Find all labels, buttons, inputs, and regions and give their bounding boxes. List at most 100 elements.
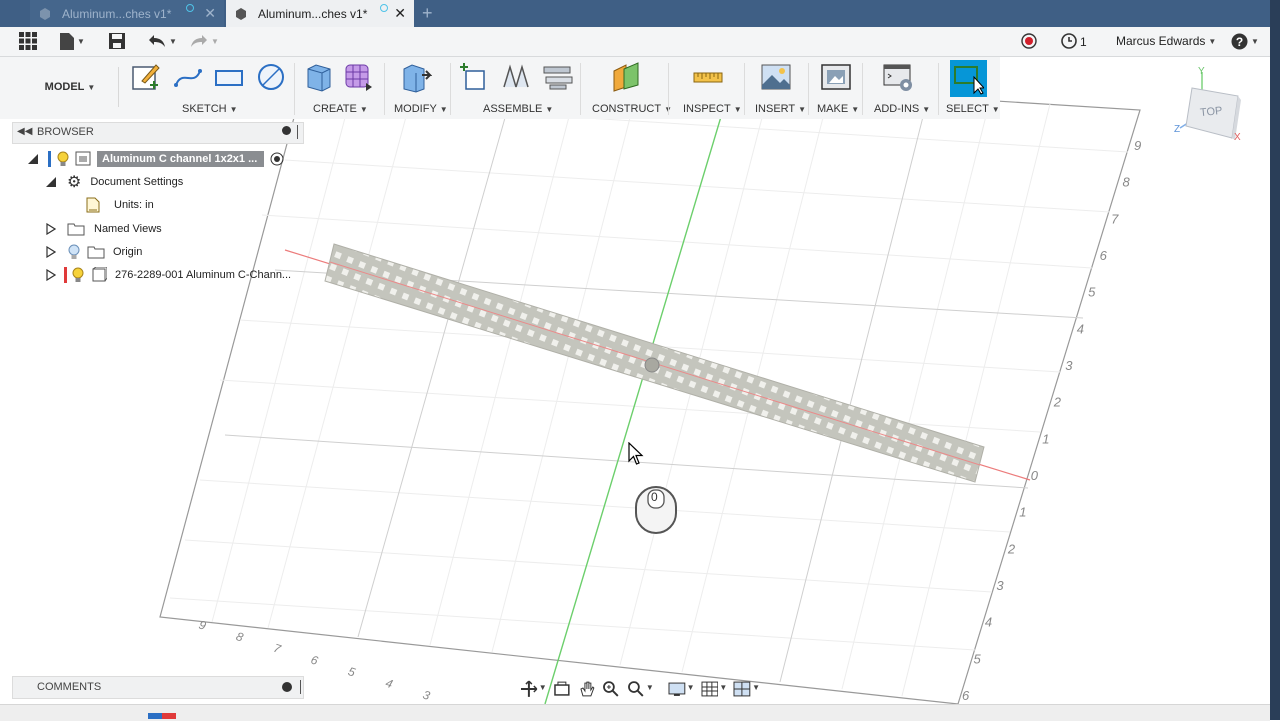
- browser-named-views[interactable]: Named Views: [46, 219, 162, 239]
- chevron-down-icon: ▼: [211, 36, 219, 46]
- offset-plane-icon[interactable]: [610, 61, 642, 93]
- origin-label: Origin: [113, 246, 143, 258]
- browser-origin[interactable]: Origin: [46, 242, 142, 262]
- pan-hand-icon[interactable]: [578, 680, 596, 698]
- save-button[interactable]: [109, 31, 125, 51]
- close-tab-icon[interactable]: ✕: [394, 5, 406, 21]
- chevron-down-icon[interactable]: ▼: [687, 683, 695, 692]
- lightbulb-icon[interactable]: [57, 151, 69, 167]
- select-menu[interactable]: SELECT ▼: [946, 103, 1000, 115]
- panel-resize-handle[interactable]: [300, 680, 301, 694]
- form-icon[interactable]: [342, 61, 374, 93]
- measure-icon[interactable]: [692, 61, 724, 93]
- add-comment-icon[interactable]: [282, 682, 292, 692]
- ribbon-divider: [668, 63, 669, 115]
- construct-menu[interactable]: CONSTRUCT▼: [592, 103, 672, 115]
- browser-units[interactable]: Units: in: [86, 195, 154, 215]
- record-button[interactable]: [1021, 31, 1037, 51]
- create-sketch-icon[interactable]: [130, 61, 162, 93]
- sync-status-icon: [380, 4, 388, 12]
- units-document-icon: [86, 197, 100, 213]
- zoom-icon[interactable]: [602, 680, 620, 698]
- ribbon-divider: [294, 63, 295, 115]
- grid-tick-label: 2: [1007, 541, 1016, 556]
- create-menu[interactable]: CREATE ▼: [313, 103, 368, 115]
- grid-tick-label: 0: [1031, 468, 1039, 483]
- sketch-label: SKETCH: [182, 103, 227, 115]
- panel-resize-handle[interactable]: [297, 125, 298, 139]
- chevron-down-icon[interactable]: ▼: [752, 683, 760, 692]
- grid-tick-label: 4: [985, 615, 992, 630]
- fit-zoom-icon[interactable]: [627, 680, 645, 698]
- job-status-button[interactable]: [1061, 31, 1077, 51]
- close-tab-icon[interactable]: ✕: [204, 5, 216, 21]
- circle-icon[interactable]: [255, 61, 287, 93]
- redo-icon: [191, 35, 207, 47]
- lightbulb-off-icon[interactable]: [68, 244, 80, 260]
- browser-pin-icon[interactable]: [282, 126, 291, 135]
- browser-component[interactable]: 276-2289-001 Aluminum C-Chann...: [46, 265, 291, 285]
- expand-triangle-icon[interactable]: [46, 246, 56, 258]
- browser-document-settings[interactable]: ⚙ Document Settings: [45, 172, 183, 192]
- viewports-icon[interactable]: [733, 680, 751, 698]
- activate-radio-icon[interactable]: [270, 152, 284, 166]
- collapse-panel-icon[interactable]: ◀◀: [17, 126, 32, 137]
- new-component-icon[interactable]: [458, 61, 490, 93]
- chevron-down-icon: ▼: [439, 105, 448, 114]
- workspace-switcher[interactable]: MODEL ▼: [22, 67, 119, 107]
- chevron-down-icon: ▼: [851, 105, 860, 114]
- ribbon-divider: [450, 63, 451, 115]
- collapse-triangle-icon[interactable]: [45, 176, 57, 188]
- line-icon[interactable]: [172, 61, 204, 93]
- modify-menu[interactable]: MODIFY ▼: [394, 103, 448, 115]
- toolbar-ribbon: MODEL ▼ SKETCH ▼ CREATE ▼ MODIFY ▼ ASSEMBLE…: [0, 57, 1000, 119]
- chevron-down-icon[interactable]: ▼: [539, 683, 547, 692]
- rectangle-icon[interactable]: [213, 61, 245, 93]
- grid-tick-label: 3: [1065, 358, 1073, 373]
- insert-image-icon[interactable]: [760, 61, 792, 93]
- grid-settings-icon[interactable]: [701, 680, 719, 698]
- document-tab-1[interactable]: Aluminum...ches v1* ✕: [30, 0, 224, 27]
- record-icon: [1021, 33, 1037, 49]
- new-tab-button[interactable]: +: [422, 3, 433, 24]
- browser-root-row[interactable]: Aluminum C channel 1x2x1 ...: [26, 149, 284, 169]
- grid-tick-label: 3: [421, 688, 432, 703]
- create-label: CREATE: [313, 103, 357, 115]
- addins-menu[interactable]: ADD-INS ▼: [874, 103, 930, 115]
- insert-menu[interactable]: INSERT ▼: [755, 103, 806, 115]
- extrude-icon[interactable]: [302, 61, 334, 93]
- undo-button[interactable]: ▼: [148, 31, 177, 51]
- lightbulb-icon[interactable]: [72, 267, 84, 283]
- comments-title: COMMENTS: [37, 681, 102, 693]
- viewcube[interactable]: TOP Y Z X: [1168, 66, 1258, 150]
- redo-button[interactable]: ▼: [190, 31, 219, 51]
- collapse-triangle-icon[interactable]: [26, 152, 40, 166]
- press-pull-icon[interactable]: [400, 61, 432, 93]
- file-menu-button[interactable]: ▼: [60, 31, 85, 51]
- joint-icon[interactable]: [500, 61, 532, 93]
- user-menu[interactable]: Marcus Edwards ▼: [1116, 31, 1216, 51]
- expand-triangle-icon[interactable]: [46, 269, 56, 281]
- make-menu[interactable]: MAKE ▼: [817, 103, 859, 115]
- look-at-icon[interactable]: [553, 680, 571, 698]
- make-label: MAKE: [817, 103, 849, 115]
- sketch-menu[interactable]: SKETCH ▼: [182, 103, 238, 115]
- document-tab-2[interactable]: Aluminum...ches v1* ✕: [226, 0, 414, 27]
- orbit-icon[interactable]: [520, 680, 538, 698]
- origin-point: [644, 357, 660, 373]
- 3d-print-icon[interactable]: [820, 61, 852, 93]
- as-built-joint-icon[interactable]: [542, 61, 574, 93]
- data-panel-button[interactable]: [19, 31, 37, 51]
- expand-triangle-icon[interactable]: [46, 223, 56, 235]
- display-settings-icon[interactable]: [668, 680, 686, 698]
- select-icon: [954, 66, 984, 95]
- window-edge: [1270, 0, 1280, 720]
- help-button[interactable]: ? ▼: [1231, 31, 1259, 51]
- chevron-down-icon[interactable]: ▼: [646, 683, 654, 692]
- chevron-down-icon[interactable]: ▼: [719, 683, 727, 692]
- assemble-menu[interactable]: ASSEMBLE ▼: [483, 103, 553, 115]
- root-component-name[interactable]: Aluminum C channel 1x2x1 ...: [97, 151, 264, 167]
- inspect-menu[interactable]: INSPECT ▼: [683, 103, 742, 115]
- scripts-addins-icon[interactable]: [882, 61, 914, 93]
- grid-tick-label: 2: [1053, 395, 1062, 410]
